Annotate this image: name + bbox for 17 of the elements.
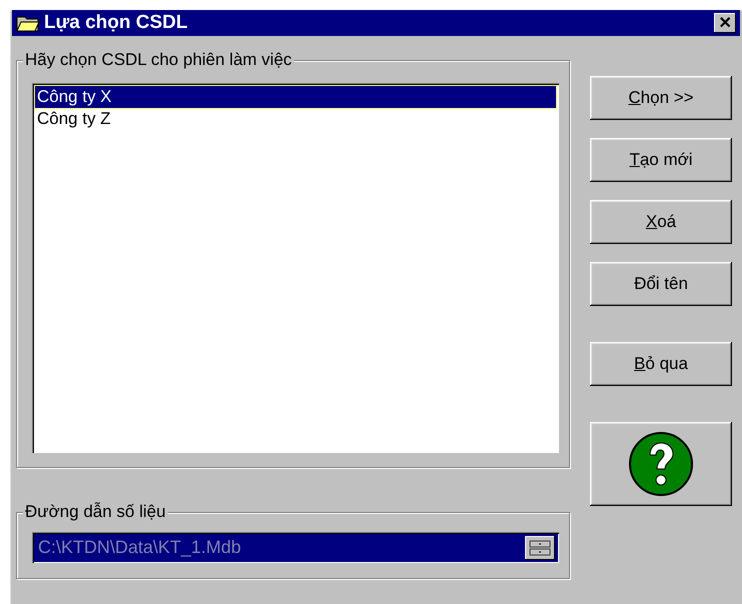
path-field[interactable]: C:\KTDN\Data\KT_1.Mdb (32, 532, 559, 563)
help-icon (628, 431, 694, 497)
group-label: Hãy chọn CSDL cho phiên làm việc (23, 50, 294, 70)
help-button[interactable] (590, 422, 732, 506)
dialog-button[interactable]: Xoá (590, 200, 732, 244)
dialog-button[interactable]: Bỏ qua (590, 342, 732, 386)
window-title: Lựa chọn CSDL (44, 12, 189, 34)
list-item[interactable]: Công ty Z (35, 108, 556, 130)
folder-icon (16, 14, 40, 32)
group-label: Đường dẫn số liệu (23, 502, 168, 522)
close-button[interactable]: ✕ (714, 13, 736, 33)
dialog-button[interactable]: Chọn >> (590, 76, 732, 120)
list-item[interactable]: Công ty X (35, 86, 556, 108)
spin-button[interactable] (525, 536, 555, 560)
path-value: C:\KTDN\Data\KT_1.Mdb (38, 537, 242, 558)
dialog-button[interactable]: Tạo mới (590, 138, 732, 182)
dialog-button[interactable]: Đổi tên (590, 262, 732, 306)
